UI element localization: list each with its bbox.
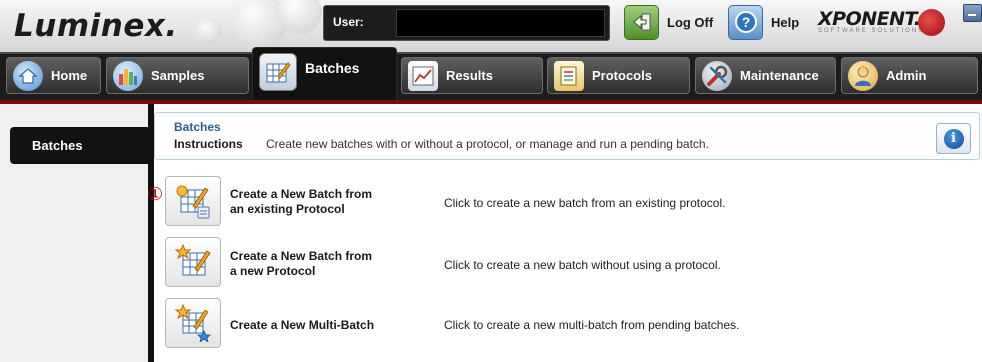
luminex-app-window: Luminex. User: Log Off ? Help XPONENT. S… (0, 0, 982, 362)
batch-new-protocol-icon (174, 243, 211, 276)
tab-admin-label: Admin (886, 68, 927, 83)
action-2-description: Click to create a new batch without usin… (444, 258, 721, 272)
batch-from-new-protocol-button[interactable] (165, 237, 221, 287)
tab-samples-label: Samples (151, 68, 205, 83)
user-box: User: (323, 5, 610, 41)
samples-icon (113, 60, 143, 91)
user-field (396, 9, 605, 37)
info-icon: i (943, 128, 964, 149)
help-button[interactable]: ? Help (728, 4, 800, 40)
home-icon (13, 60, 43, 91)
luminex-logo: Luminex. (14, 8, 178, 44)
batches-icon (259, 53, 297, 91)
tab-home[interactable]: Home (6, 57, 101, 94)
instructions-panel (154, 112, 980, 160)
info-button[interactable]: i (936, 123, 971, 154)
tab-protocols-label: Protocols (592, 68, 652, 83)
xponent-subtitle: SOFTWARE SOLUTIONS (818, 28, 925, 34)
multi-batch-icon (174, 304, 211, 342)
new-multi-batch-button[interactable] (165, 298, 221, 348)
decorative-bubble (196, 18, 222, 44)
action-1-label-line1: Create a New Batch from (230, 187, 373, 201)
maintenance-icon (702, 60, 732, 91)
batch-from-protocol-icon (176, 185, 210, 219)
minimize-window-button[interactable] (963, 4, 982, 22)
action-2-label[interactable]: Create a New Batch from a new Protocol (230, 249, 372, 279)
instructions-label: Instructions (174, 137, 243, 151)
xponent-wordmark: XPONENT. (818, 8, 921, 30)
action-1-description: Click to create a new batch from an exis… (444, 196, 726, 210)
svg-text:?: ? (741, 14, 750, 30)
action-3-description: Click to create a new multi-batch from p… (444, 318, 740, 332)
tab-batches-label: Batches (305, 60, 360, 76)
instructions-text: Create new batches with or without a pro… (266, 137, 709, 151)
action-3-label[interactable]: Create a New Multi-Batch (230, 318, 374, 333)
tab-batches[interactable]: Batches (252, 47, 397, 100)
protocols-icon (554, 60, 584, 91)
action-1-label-line2: an existing Protocol (230, 202, 345, 216)
xponent-brand: XPONENT. SOFTWARE SOLUTIONS (818, 8, 924, 34)
action-2-label-line1: Create a New Batch from (230, 249, 373, 263)
tab-maintenance-label: Maintenance (740, 68, 819, 83)
tab-maintenance[interactable]: Maintenance (695, 57, 836, 94)
tab-results[interactable]: Results (401, 57, 543, 94)
nav-bar-highlight (0, 52, 982, 54)
action-3-label-line1: Create a New Multi-Batch (230, 318, 375, 332)
logoff-button[interactable]: Log Off (624, 4, 714, 40)
help-label: Help (771, 14, 800, 30)
tab-home-label: Home (51, 68, 88, 83)
sidebar-item-batches[interactable]: Batches (10, 127, 149, 164)
action-1-label[interactable]: Create a New Batch from an existing Prot… (230, 187, 372, 217)
action-2-label-line2: a new Protocol (230, 264, 316, 278)
callout-number: ① (147, 184, 164, 205)
tab-samples[interactable]: Samples (106, 57, 249, 94)
tab-admin[interactable]: Admin (841, 57, 978, 94)
admin-icon (848, 60, 878, 91)
tab-results-label: Results (446, 68, 493, 83)
brand-ball-icon (918, 9, 945, 36)
sidebar-item-label: Batches (32, 138, 83, 153)
logoff-label: Log Off (667, 14, 714, 30)
user-label: User: (333, 15, 364, 29)
page-title: Batches (174, 120, 221, 134)
help-icon: ? (728, 4, 763, 40)
tab-protocols[interactable]: Protocols (547, 57, 690, 94)
logoff-icon (624, 4, 659, 40)
batch-from-existing-protocol-button[interactable] (165, 176, 221, 226)
results-icon (408, 60, 438, 91)
